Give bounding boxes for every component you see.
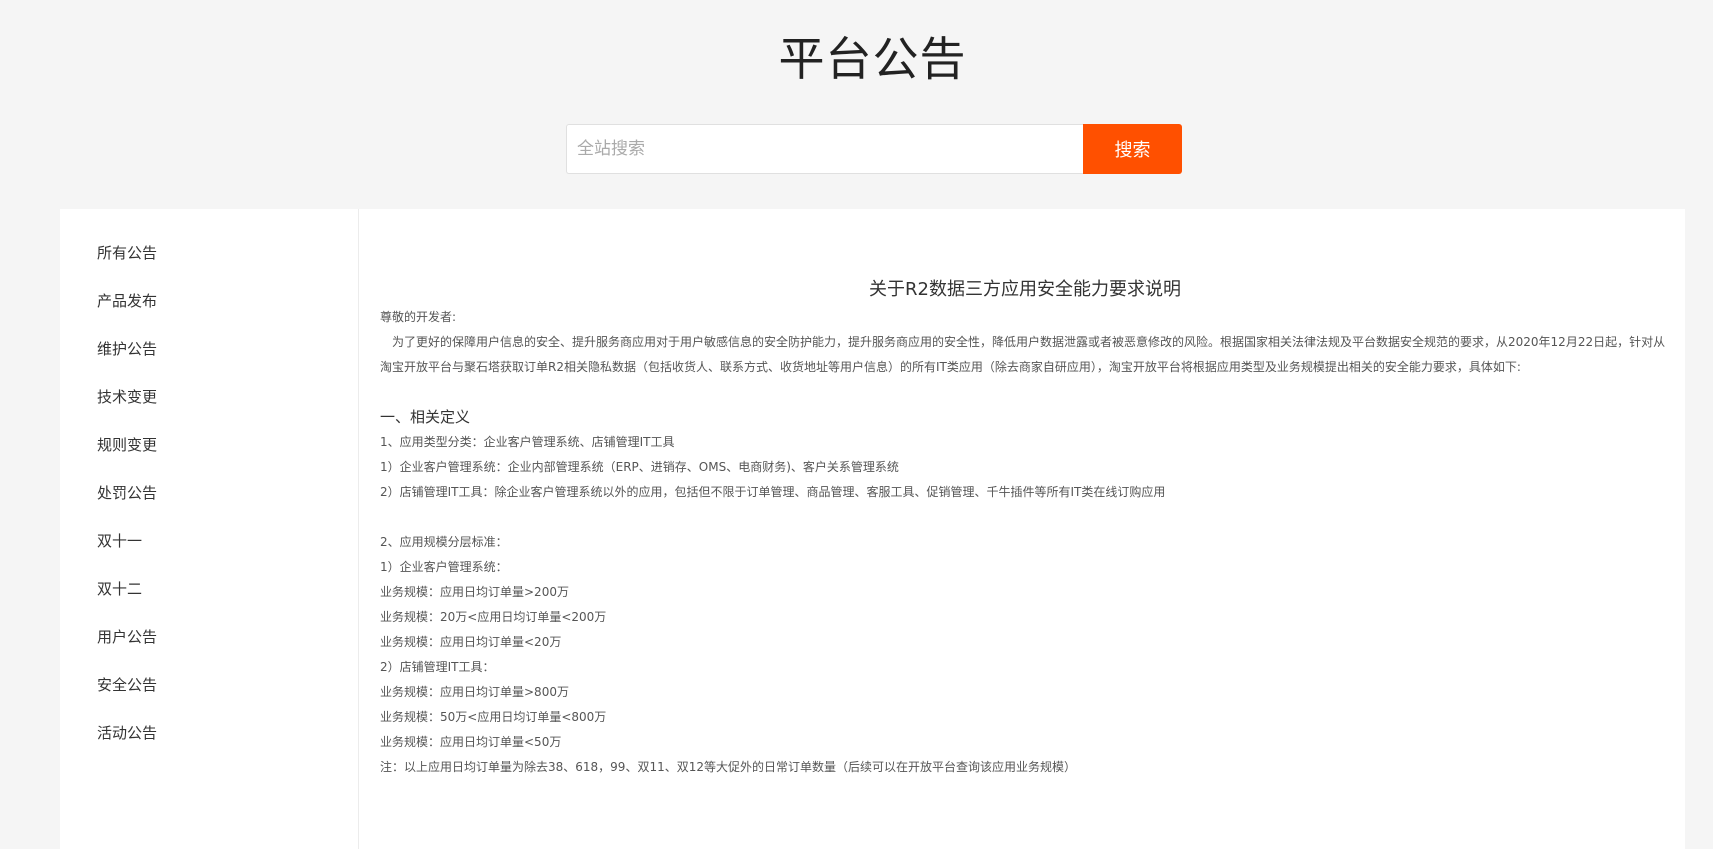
article-line: 业务规模：20万<应用日均订单量<200万 xyxy=(380,610,607,624)
article-line: 2）店铺管理IT工具：除企业客户管理系统以外的应用，包括但不限于订单管理、商品管… xyxy=(380,485,1166,499)
sidebar-item-security[interactable]: 安全公告 xyxy=(97,673,157,721)
sidebar-item-tech-change[interactable]: 技术变更 xyxy=(97,385,157,433)
search-button[interactable]: 搜索 xyxy=(1083,124,1182,174)
article-greeting: 尊敬的开发者: xyxy=(380,310,457,324)
article-body: 尊敬的开发者: 为了更好的保障用户信息的安全、提升服务商应用对于用户敏感信息的安… xyxy=(380,305,1670,780)
announcement-article: 关于R2数据三方应用安全能力要求说明 尊敬的开发者: 为了更好的保障用户信息的安… xyxy=(380,209,1670,849)
article-line: 1、应用类型分类：企业客户管理系统、店铺管理IT工具 xyxy=(380,435,675,449)
article-line: 业务规模：应用日均订单量>200万 xyxy=(380,585,569,599)
article-line: 业务规模：应用日均订单量>800万 xyxy=(380,685,569,699)
page-title: 平台公告 xyxy=(778,32,967,86)
content-card: 所有公告 产品发布 维护公告 技术变更 规则变更 处罚公告 双十一 双十二 用户… xyxy=(60,209,1685,849)
article-line: 业务规模：应用日均订单量<20万 xyxy=(380,635,562,649)
sidebar-item-activity[interactable]: 活动公告 xyxy=(97,721,157,769)
sidebar-item-user[interactable]: 用户公告 xyxy=(97,625,157,673)
sidebar-item-penalty[interactable]: 处罚公告 xyxy=(97,481,157,529)
category-sidebar: 所有公告 产品发布 维护公告 技术变更 规则变更 处罚公告 双十一 双十二 用户… xyxy=(60,209,359,849)
article-line: 1）企业客户管理系统： xyxy=(380,560,508,574)
sidebar-item-maintenance[interactable]: 维护公告 xyxy=(97,337,157,385)
search-input[interactable] xyxy=(566,124,1083,174)
article-intro: 为了更好的保障用户信息的安全、提升服务商应用对于用户敏感信息的安全防护能力，提升… xyxy=(380,335,1666,374)
section-heading: 一、相关定义 xyxy=(380,408,471,426)
search-bar: 搜索 xyxy=(566,124,1182,174)
article-line: 2）店铺管理IT工具： xyxy=(380,660,495,674)
sidebar-item-product-release[interactable]: 产品发布 xyxy=(97,289,157,337)
article-line: 1）企业客户管理系统：企业内部管理系统（ERP、进销存、OMS、电商财务)、客户… xyxy=(380,460,899,474)
sidebar-item-rule-change[interactable]: 规则变更 xyxy=(97,433,157,481)
article-line: 2、应用规模分层标准： xyxy=(380,535,508,549)
article-line: 业务规模：50万<应用日均订单量<800万 xyxy=(380,710,607,724)
sidebar-item-double-11[interactable]: 双十一 xyxy=(97,529,157,577)
article-line: 业务规模：应用日均订单量<50万 xyxy=(380,735,562,749)
sidebar-item-double-12[interactable]: 双十二 xyxy=(97,577,157,625)
sidebar-item-all[interactable]: 所有公告 xyxy=(97,241,157,289)
article-title: 关于R2数据三方应用安全能力要求说明 xyxy=(869,279,1181,300)
article-line: 注：以上应用日均订单量为除去38、618，99、双11、双12等大促外的日常订单… xyxy=(380,760,1076,774)
category-list: 所有公告 产品发布 维护公告 技术变更 规则变更 处罚公告 双十一 双十二 用户… xyxy=(97,241,157,769)
